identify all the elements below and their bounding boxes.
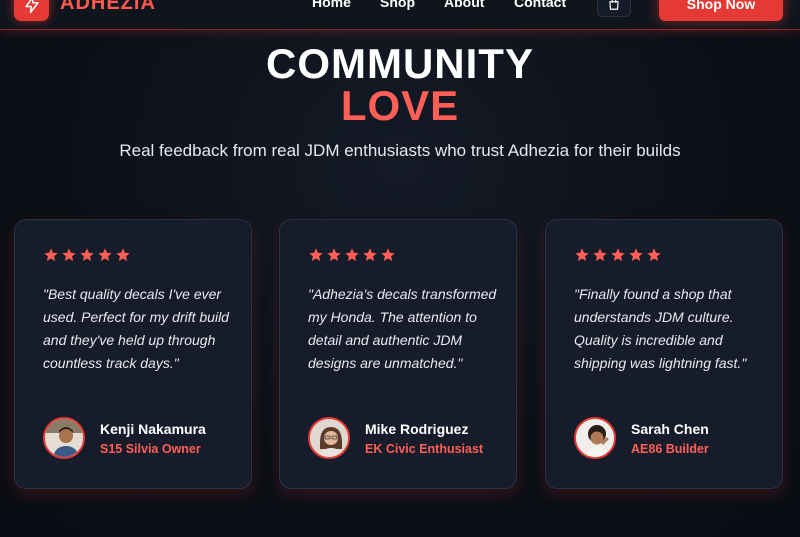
section-subtitle: Real feedback from real JDM enthusiasts … xyxy=(119,141,681,160)
star-icon xyxy=(62,248,76,261)
nav-link-shop[interactable]: Shop xyxy=(380,0,415,10)
testimonial-card: "Finally found a shop that understands J… xyxy=(545,219,783,489)
testimonial-quote: "Adhezia's decals transformed my Honda. … xyxy=(308,286,497,371)
avatar-image xyxy=(576,419,614,457)
star-rating xyxy=(574,247,662,263)
star-rating xyxy=(43,247,131,263)
reviewer-role: S15 Silvia Owner xyxy=(100,442,201,456)
section-title: COMMUNITY xyxy=(266,40,534,87)
page: ADHEZIA Home Shop About Contact Shop Now… xyxy=(0,0,800,537)
nav-link-contact[interactable]: Contact xyxy=(514,0,566,10)
star-icon xyxy=(327,248,341,261)
star-icon xyxy=(647,248,661,261)
shopping-bag-icon xyxy=(609,0,619,10)
star-icon xyxy=(611,248,625,261)
nav-link-home[interactable]: Home xyxy=(312,0,351,10)
star-icon xyxy=(381,248,395,261)
star-icon xyxy=(116,248,130,261)
star-icon xyxy=(593,248,607,261)
star-icon xyxy=(44,248,58,261)
star-icon xyxy=(98,248,112,261)
cart-button[interactable] xyxy=(597,0,631,17)
testimonial-quote: "Best quality decals I've ever used. Per… xyxy=(43,286,229,371)
star-icon xyxy=(363,248,377,261)
reviewer-role: AE86 Builder xyxy=(631,442,709,456)
reviewer-role: EK Civic Enthusiast xyxy=(365,442,484,456)
star-icon xyxy=(575,248,589,261)
nav-link-about[interactable]: About xyxy=(444,0,484,10)
testimonial-card: "Best quality decals I've ever used. Per… xyxy=(14,219,252,489)
avatar xyxy=(574,417,616,459)
section-title-accent: LOVE xyxy=(340,82,460,129)
star-icon xyxy=(309,248,323,261)
avatar-image xyxy=(310,419,348,457)
site-header: ADHEZIA Home Shop About Contact Shop Now xyxy=(0,0,800,30)
reviewer-name: Kenji Nakamura xyxy=(100,421,206,437)
star-icon xyxy=(345,248,359,261)
reviewer-name: Sarah Chen xyxy=(631,421,709,437)
avatar-image xyxy=(45,419,83,457)
testimonial-card: "Adhezia's decals transformed my Honda. … xyxy=(279,219,517,489)
testimonial-quote: "Finally found a shop that understands J… xyxy=(574,286,747,371)
shop-now-button[interactable]: Shop Now xyxy=(659,0,783,21)
avatar xyxy=(308,417,350,459)
star-icon xyxy=(80,248,94,261)
star-rating xyxy=(308,247,396,263)
reviewer-name: Mike Rodriguez xyxy=(365,421,469,437)
star-icon xyxy=(629,248,643,261)
avatar xyxy=(43,417,85,459)
